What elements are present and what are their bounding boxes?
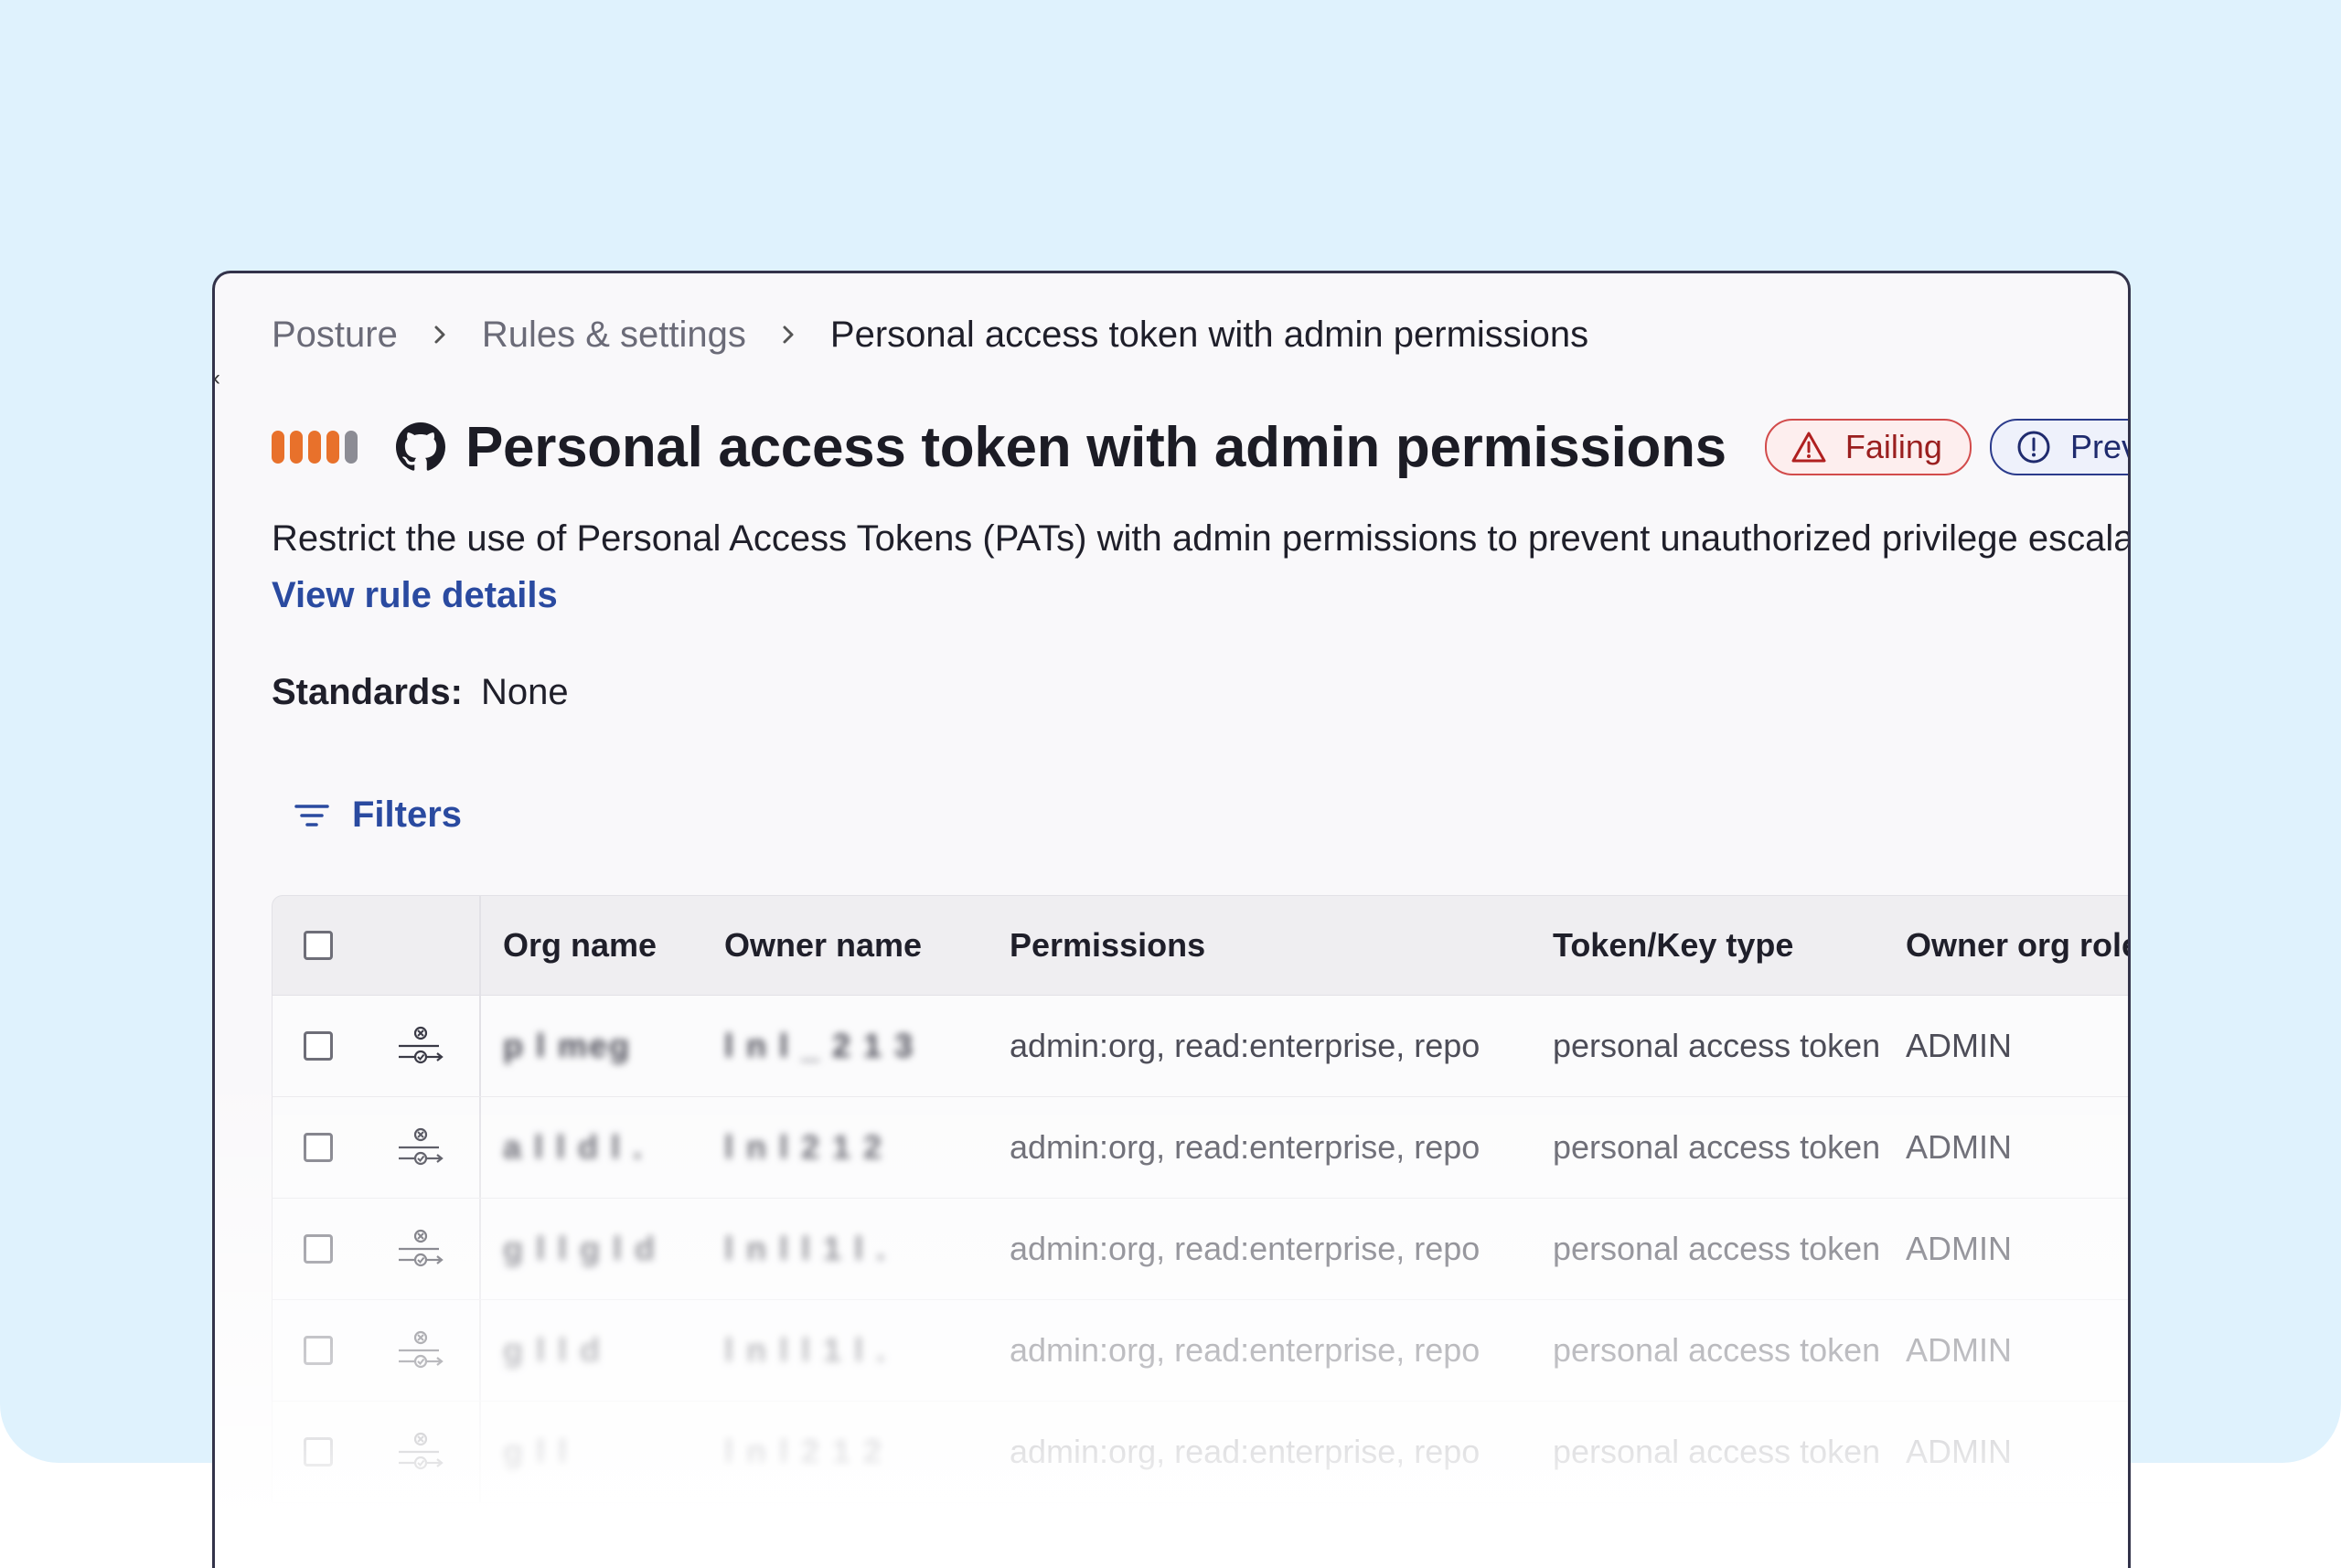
breadcrumb-posture[interactable]: Posture [272, 315, 398, 356]
row-checkbox[interactable] [304, 1234, 333, 1264]
owner-org-role-cell: ADMIN [1906, 1027, 2012, 1064]
permissions-cell: admin:org, read:enterprise, repo [1010, 1433, 1480, 1470]
column-header-owner-name[interactable]: Owner name [724, 896, 922, 995]
filters-button[interactable]: Filters [294, 795, 462, 836]
standards-value: None [480, 672, 569, 712]
row-select-cell [304, 1097, 333, 1198]
findings-table: Org name Owner name Permissions Token/Ke… [272, 895, 2128, 1503]
token-type-cell: personal access token [1553, 1331, 1881, 1369]
column-divider [479, 996, 481, 1096]
severity-bar [308, 431, 321, 464]
org-name-cell: a l l d l . [503, 1128, 645, 1166]
select-all-checkbox[interactable] [304, 931, 333, 960]
row-checkbox[interactable] [304, 1437, 333, 1467]
app-window: ‹ Posture Rules & settings Personal acce… [212, 271, 2131, 1568]
row-action-cell [397, 996, 444, 1096]
severity-bar [272, 431, 284, 464]
row-select-cell [304, 996, 333, 1096]
permissions-cell: admin:org, read:enterprise, repo [1010, 1331, 1480, 1369]
owner-org-role-cell: ADMIN [1906, 1128, 2012, 1166]
warning-icon [1791, 432, 1826, 463]
column-divider [479, 896, 481, 995]
standards: Standards: None [272, 672, 569, 713]
owner-name-cell: l n l l 1 l . [724, 1331, 888, 1369]
severity-bar [345, 431, 358, 464]
severity-indicator [272, 431, 358, 464]
page-title: Personal access token with admin permiss… [465, 415, 1726, 479]
failing-badge-label: Failing [1844, 428, 1942, 465]
collapse-sidebar-button[interactable]: ‹ [215, 363, 233, 394]
owner-name-cell: l n l l 1 l . [724, 1230, 888, 1267]
chevron-right-icon [434, 325, 445, 344]
owner-org-role-cell: ADMIN [1906, 1230, 2012, 1267]
row-action-cell [397, 1199, 444, 1299]
column-divider [479, 1402, 481, 1502]
column-header-permissions[interactable]: Permissions [1010, 896, 1205, 995]
preview-badge: Preview (trans [1989, 419, 2128, 475]
column-header-owner-org-role[interactable]: Owner org role [1906, 896, 2128, 995]
permissions-cell: admin:org, read:enterprise, repo [1010, 1230, 1480, 1267]
preview-badge-label: Preview (trans [2069, 428, 2128, 465]
row-select-cell [304, 1402, 333, 1502]
remediation-flow-icon[interactable] [397, 1330, 444, 1371]
row-action-cell [397, 1300, 444, 1401]
column-divider [479, 1199, 481, 1299]
table-header: Org name Owner name Permissions Token/Ke… [272, 895, 2128, 996]
row-select-cell [304, 1300, 333, 1401]
token-type-cell: personal access token [1553, 1230, 1881, 1267]
token-type-cell: personal access token [1553, 1128, 1881, 1166]
severity-bar [326, 431, 339, 464]
org-name-cell: g l l [503, 1433, 569, 1470]
breadcrumb-current: Personal access token with admin permiss… [829, 314, 1589, 355]
row-action-cell [397, 1097, 444, 1198]
token-type-cell: personal access token [1553, 1433, 1881, 1470]
breadcrumb-rules-settings[interactable]: Rules & settings [482, 315, 746, 356]
table-row[interactable]: a l l d l . l n l 2 1 2 admin:org, read:… [272, 1097, 2128, 1199]
owner-name-cell: l n l _ 2 1 3 [724, 1027, 915, 1064]
standards-label: Standards: [272, 672, 463, 712]
table-row[interactable]: g l l d l n l l 1 l . admin:org, read:en… [272, 1300, 2128, 1402]
github-icon [396, 422, 445, 471]
column-header-token-type[interactable]: Token/Key type [1553, 896, 1793, 995]
table-row[interactable]: g l l g l d l n l l 1 l . admin:org, rea… [272, 1199, 2128, 1300]
column-divider [479, 1097, 481, 1198]
select-all-cell [304, 896, 333, 995]
permissions-cell: admin:org, read:enterprise, repo [1010, 1128, 1480, 1166]
failing-badge: Failing [1764, 419, 1972, 475]
column-divider [479, 1300, 481, 1401]
title-row: Personal access token with admin permiss… [272, 411, 2128, 484]
owner-name-cell: l n l 2 1 2 [724, 1433, 884, 1470]
remediation-flow-icon[interactable] [397, 1026, 444, 1066]
remediation-flow-icon[interactable] [397, 1229, 444, 1269]
column-header-org-name[interactable]: Org name [503, 896, 657, 995]
row-checkbox[interactable] [304, 1133, 333, 1162]
org-name-cell: g l l d [503, 1331, 602, 1369]
chevron-right-icon [783, 325, 794, 344]
row-action-cell [397, 1402, 444, 1502]
rule-description: Restrict the use of Personal Access Toke… [272, 518, 2131, 559]
severity-bar [290, 431, 303, 464]
breadcrumb: Posture Rules & settings Personal access… [272, 312, 1588, 357]
view-rule-details-link[interactable]: View rule details [272, 575, 558, 616]
remediation-flow-icon[interactable] [397, 1432, 444, 1472]
permissions-cell: admin:org, read:enterprise, repo [1010, 1027, 1480, 1064]
table-row[interactable]: g l l l n l 2 1 2 admin:org, read:enterp… [272, 1402, 2128, 1503]
owner-org-role-cell: ADMIN [1906, 1433, 2012, 1470]
token-type-cell: personal access token [1553, 1027, 1881, 1064]
row-checkbox[interactable] [304, 1336, 333, 1365]
remediation-flow-icon[interactable] [397, 1127, 444, 1168]
owner-name-cell: l n l 2 1 2 [724, 1128, 884, 1166]
table-body: p l meg l n l _ 2 1 3 admin:org, read:en… [272, 996, 2128, 1503]
table-row[interactable]: p l meg l n l _ 2 1 3 admin:org, read:en… [272, 996, 2128, 1097]
row-select-cell [304, 1199, 333, 1299]
info-icon [2017, 431, 2050, 464]
org-name-cell: p l meg [503, 1027, 632, 1064]
owner-org-role-cell: ADMIN [1906, 1331, 2012, 1369]
row-checkbox[interactable] [304, 1031, 333, 1061]
filter-icon [294, 804, 329, 827]
org-name-cell: g l l g l d [503, 1230, 657, 1267]
filters-label: Filters [352, 795, 463, 835]
